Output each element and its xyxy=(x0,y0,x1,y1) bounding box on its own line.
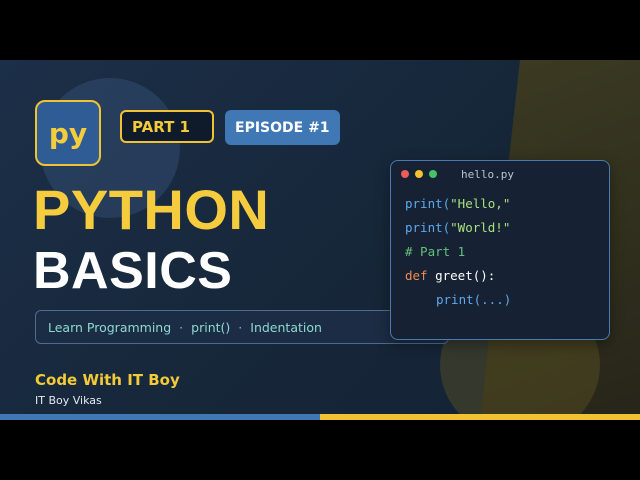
code-token: print( xyxy=(405,220,451,235)
topic-separator: · xyxy=(238,319,243,335)
window-maximize-dot-icon xyxy=(429,170,437,178)
bottom-bar-blue xyxy=(0,414,320,420)
code-token: def xyxy=(405,268,428,283)
code-token: # Part 1 xyxy=(405,244,466,259)
code-token: "Hello," xyxy=(450,196,511,211)
code-token: print(...) xyxy=(436,292,512,307)
code-line: print("Hello," xyxy=(405,196,510,211)
bottom-bar-yellow xyxy=(320,414,640,420)
code-line: # Part 1 xyxy=(405,244,465,259)
topic-item: Indentation xyxy=(250,319,322,335)
topic-item: Learn Programming xyxy=(48,319,172,335)
code-window: hello.py print("Hello," print("World!" #… xyxy=(390,160,610,340)
code-token: print( xyxy=(405,196,451,211)
window-close-dot-icon xyxy=(401,170,409,178)
code-filename: hello.py xyxy=(461,168,514,181)
code-line: print(...) xyxy=(436,292,511,307)
code-token: greet xyxy=(427,268,473,283)
code-line: print("World!" xyxy=(405,220,510,235)
channel-name: Code With IT Boy xyxy=(35,371,180,389)
python-logo-icon: py xyxy=(35,100,101,166)
logo-text: py xyxy=(48,116,88,150)
topic-item: print() xyxy=(191,319,231,335)
episode-badge: EPISODE #1 xyxy=(225,110,340,145)
author-name: IT Boy Vikas xyxy=(35,394,102,407)
title-python: PYTHON xyxy=(33,178,270,241)
part-badge-label: PART 1 xyxy=(132,117,190,136)
code-token: "World!" xyxy=(450,220,511,235)
topics-bar: Learn Programming · print() · Indentatio… xyxy=(35,310,449,344)
code-token: (): xyxy=(472,268,496,283)
thumbnail: py PART 1 EPISODE #1 PYTHON BASICS Learn… xyxy=(0,60,640,420)
topic-separator: · xyxy=(179,319,184,335)
title-basics: BASICS xyxy=(33,242,233,300)
window-minimize-dot-icon xyxy=(415,170,423,178)
part-badge: PART 1 xyxy=(120,110,214,143)
code-line: def greet(): xyxy=(405,268,495,283)
episode-badge-label: EPISODE #1 xyxy=(235,119,330,136)
